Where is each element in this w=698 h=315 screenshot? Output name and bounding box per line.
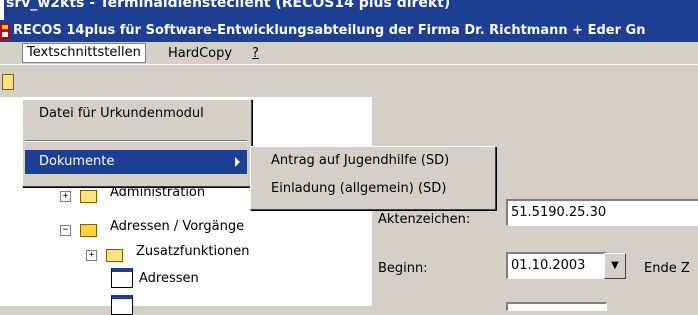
textschnittstellen-menu: Datei für Urkundenmodul Dokumente (22, 99, 252, 187)
expand-administration-icon[interactable]: + (60, 191, 71, 202)
menuitem-dokumente[interactable]: Dokumente (25, 150, 247, 174)
expand-zusatzfunktionen-icon[interactable]: + (86, 250, 97, 261)
folder-icon (106, 249, 123, 262)
menu-separator (25, 140, 247, 142)
menu-bar: Textschnittstellen HardCopy ? (0, 42, 698, 65)
form-icon (111, 295, 133, 315)
menuitem-datei-urkundenmodul-label: Datei für Urkundenmodul (39, 106, 204, 121)
app-title: RECOS 14plus für Software-Entwicklungsab… (13, 23, 646, 38)
tree-item-adressen[interactable]: Adressen (139, 271, 199, 286)
terminal-window-title: srv_w2kts - Terminaldiensteclient (RECOS… (6, 0, 451, 11)
aktenzeichen-field[interactable]: 51.5190.25.30 (506, 199, 698, 226)
tree-item-administration-label: Administration (110, 185, 206, 200)
recos-app-icon[interactable] (0, 23, 10, 39)
collapse-adressen-icon[interactable]: − (60, 225, 71, 236)
menu-hardcopy[interactable]: HardCopy (168, 46, 232, 61)
ende-label: Ende Z (644, 261, 690, 276)
tree-item-adressen-vorgaenge-label: Adressen / Vorgänge (110, 219, 245, 234)
folder-open-icon (80, 224, 97, 237)
next-field[interactable] (506, 302, 607, 311)
aktenzeichen-label: Aktenzeichen: (378, 212, 471, 227)
menu-hardcopy-label: HardCopy (168, 46, 233, 61)
toolbar (0, 65, 698, 97)
menuitem-antrag-jugendhilfe-label: Antrag auf Jugendhilfe (SD) (271, 153, 450, 168)
chevron-down-icon: ▼ (611, 260, 619, 271)
menuitem-einladung-allgemein[interactable]: Einladung (allgemein) (SD) (271, 181, 446, 196)
tree-item-zusatzfunktionen[interactable]: Zusatzfunktionen (136, 244, 250, 259)
menuitem-antrag-jugendhilfe[interactable]: Antrag auf Jugendhilfe (SD) (271, 153, 449, 168)
toolbar-tool-icon[interactable] (2, 74, 14, 90)
menu-textschnittstellen[interactable]: Textschnittstellen (22, 43, 146, 63)
menu-help[interactable]: ? (252, 46, 259, 61)
submenu-arrow-icon (235, 157, 240, 167)
app-title-bar: RECOS 14plus für Software-Entwicklungsab… (0, 20, 698, 42)
tree-item-administration[interactable]: Administration (110, 185, 205, 200)
terminal-window-title-bar: srv_w2kts - Terminaldiensteclient (RECOS… (0, 0, 698, 20)
tree-item-adressen-label: Adressen (139, 271, 199, 286)
tree-item-adressen-vorgaenge[interactable]: Adressen / Vorgänge (110, 219, 244, 234)
terminal-window-icon (0, 0, 4, 20)
menu-textschnittstellen-label: Textschnittstellen (27, 45, 141, 60)
form-icon (111, 268, 133, 288)
dokumente-submenu: Antrag auf Jugendhilfe (SD) Einladung (a… (250, 146, 496, 210)
menuitem-einladung-allgemein-label: Einladung (allgemein) (SD) (271, 181, 447, 196)
menuitem-dokumente-label: Dokumente (39, 154, 115, 169)
beginn-label: Beginn: (378, 261, 428, 276)
beginn-dropdown-button[interactable]: ▼ (604, 253, 626, 279)
beginn-date-field[interactable]: 01.10.2003 (506, 252, 607, 279)
tree-item-zusatzfunktionen-label: Zusatzfunktionen (136, 244, 250, 259)
menuitem-datei-urkundenmodul[interactable]: Datei für Urkundenmodul (39, 106, 204, 121)
menu-help-label: ? (252, 46, 259, 61)
folder-icon (80, 190, 97, 203)
